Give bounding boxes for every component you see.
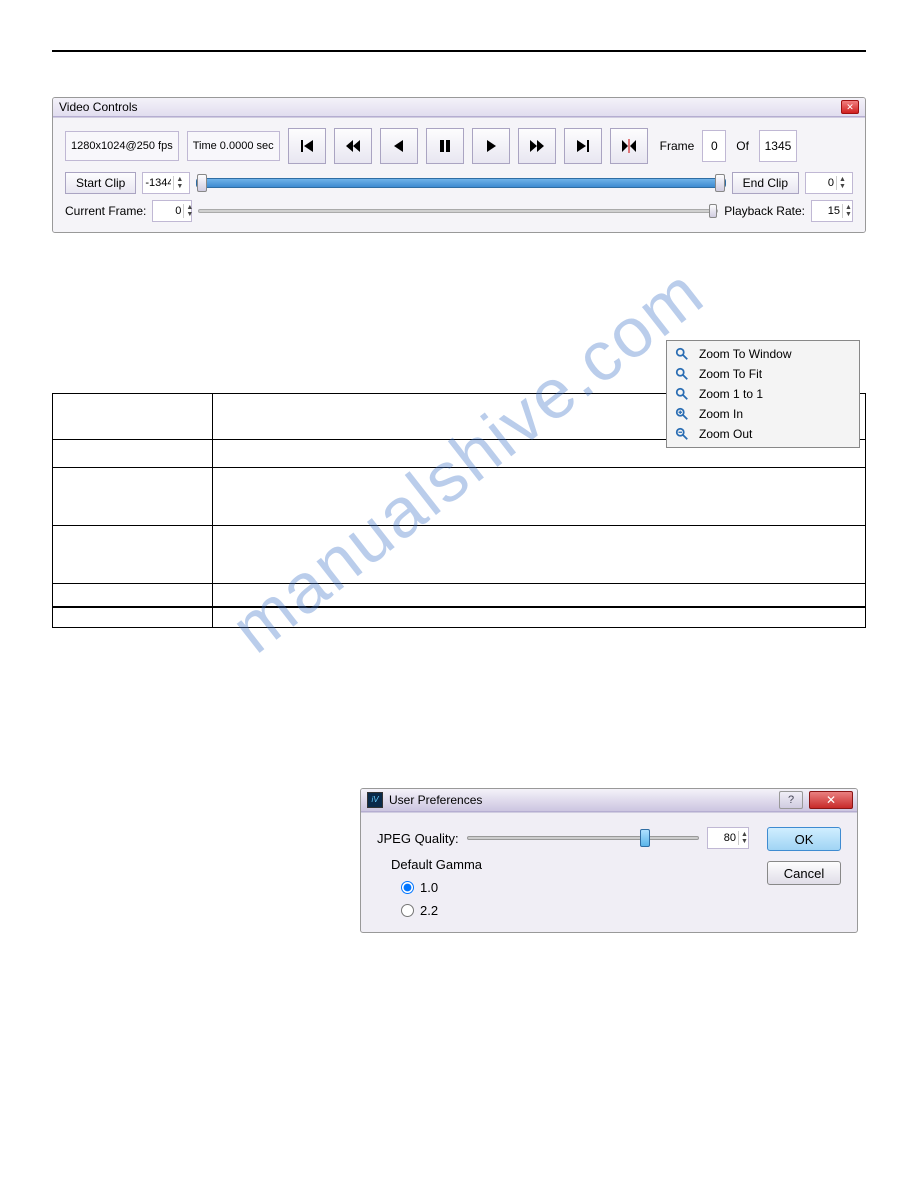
jpeg-quality-label: JPEG Quality: xyxy=(377,831,459,846)
total-frames-value: 1345 xyxy=(759,130,797,162)
user-preferences-dialog: iV User Preferences ? ✕ JPEG Quality: ▲▼… xyxy=(360,788,858,933)
end-clip-input[interactable] xyxy=(806,175,836,191)
of-label: Of xyxy=(734,131,751,161)
fast-rewind-button[interactable] xyxy=(334,128,372,164)
ok-button[interactable]: OK xyxy=(767,827,841,851)
jpeg-quality-spinner[interactable]: ▲▼ xyxy=(707,827,749,849)
zoom-to-fit-item[interactable]: Zoom To Fit xyxy=(667,364,859,384)
set-marker-button[interactable] xyxy=(610,128,648,164)
zoom-context-menu: Zoom To Window Zoom To Fit Zoom 1 to 1 Z… xyxy=(666,340,860,448)
magnifier-minus-icon xyxy=(675,427,689,441)
gamma-radio-2[interactable] xyxy=(401,904,414,917)
spinner-up-icon[interactable]: ▲ xyxy=(739,831,750,838)
skip-to-end-button[interactable] xyxy=(564,128,602,164)
cancel-button[interactable]: Cancel xyxy=(767,861,841,885)
menu-item-label: Zoom To Window xyxy=(699,347,791,361)
spinner-down-icon[interactable]: ▼ xyxy=(184,211,195,218)
table-row xyxy=(53,468,866,526)
playback-rate-label: Playback Rate: xyxy=(724,204,805,218)
start-clip-input[interactable] xyxy=(143,175,173,191)
slider-thumb-left[interactable] xyxy=(197,174,207,192)
spinner-up-icon[interactable]: ▲ xyxy=(184,204,195,211)
fast-forward-button[interactable] xyxy=(518,128,556,164)
resolution-display: 1280x1024@250 fps xyxy=(65,131,179,161)
skip-to-start-button[interactable] xyxy=(288,128,326,164)
zoom-out-item[interactable]: Zoom Out xyxy=(667,424,859,444)
table-row xyxy=(53,526,866,584)
spinner-down-icon[interactable]: ▼ xyxy=(174,183,185,190)
start-clip-spinner[interactable]: ▲▼ xyxy=(142,172,190,194)
current-frame-input[interactable] xyxy=(153,203,183,219)
frame-label: Frame xyxy=(660,139,695,153)
menu-item-label: Zoom Out xyxy=(699,427,752,441)
video-controls-title-text: Video Controls xyxy=(59,100,138,114)
playback-rate-input[interactable] xyxy=(812,203,842,219)
current-frame-spinner[interactable]: ▲▼ xyxy=(152,200,192,222)
end-clip-button[interactable]: End Clip xyxy=(732,172,799,194)
magnifier-icon xyxy=(675,387,689,401)
step-back-button[interactable] xyxy=(380,128,418,164)
magnifier-icon xyxy=(675,367,689,381)
time-display: Time 0.0000 sec xyxy=(187,131,280,161)
user-prefs-titlebar: iV User Preferences ? ✕ xyxy=(361,789,857,812)
user-prefs-title-text: User Preferences xyxy=(389,793,773,807)
close-icon[interactable]: ✕ xyxy=(841,100,859,114)
zoom-1to1-item[interactable]: Zoom 1 to 1 xyxy=(667,384,859,404)
radio-label: 1.0 xyxy=(420,880,438,895)
playback-rate-spinner[interactable]: ▲▼ xyxy=(811,200,853,222)
menu-item-label: Zoom To Fit xyxy=(699,367,762,381)
slider-thumb-right[interactable] xyxy=(715,174,725,192)
spinner-up-icon[interactable]: ▲ xyxy=(843,204,854,211)
current-frame-label: Current Frame: xyxy=(65,204,146,218)
zoom-to-window-item[interactable]: Zoom To Window xyxy=(667,344,859,364)
spinner-down-icon[interactable]: ▼ xyxy=(739,838,750,845)
frame-value: 0 xyxy=(702,130,726,162)
playback-position-slider[interactable] xyxy=(198,209,718,213)
video-controls-window: Video Controls ✕ 1280x1024@250 fps Time … xyxy=(52,97,866,233)
close-button[interactable]: ✕ xyxy=(809,791,853,809)
gamma-option-1[interactable]: 1.0 xyxy=(401,880,749,895)
spinner-up-icon[interactable]: ▲ xyxy=(837,176,848,183)
play-button[interactable] xyxy=(472,128,510,164)
clip-range-slider[interactable] xyxy=(196,178,725,188)
slider-thumb[interactable] xyxy=(709,204,717,218)
spinner-down-icon[interactable]: ▼ xyxy=(837,183,848,190)
spinner-up-icon[interactable]: ▲ xyxy=(174,176,185,183)
jpeg-quality-slider[interactable] xyxy=(467,836,699,840)
radio-label: 2.2 xyxy=(420,903,438,918)
app-icon: iV xyxy=(367,792,383,808)
video-controls-titlebar: Video Controls ✕ xyxy=(53,98,865,117)
spinner-down-icon[interactable]: ▼ xyxy=(843,211,854,218)
default-gamma-label: Default Gamma xyxy=(391,857,749,872)
gamma-option-2[interactable]: 2.2 xyxy=(401,903,749,918)
help-button[interactable]: ? xyxy=(779,791,803,809)
pause-button[interactable] xyxy=(426,128,464,164)
gamma-radio-1[interactable] xyxy=(401,881,414,894)
start-clip-button[interactable]: Start Clip xyxy=(65,172,136,194)
jpeg-quality-input[interactable] xyxy=(708,830,738,846)
end-clip-spinner[interactable]: ▲▼ xyxy=(805,172,853,194)
menu-item-label: Zoom In xyxy=(699,407,743,421)
zoom-in-item[interactable]: Zoom In xyxy=(667,404,859,424)
magnifier-icon xyxy=(675,347,689,361)
magnifier-plus-icon xyxy=(675,407,689,421)
slider-thumb[interactable] xyxy=(640,829,650,847)
menu-item-label: Zoom 1 to 1 xyxy=(699,387,763,401)
